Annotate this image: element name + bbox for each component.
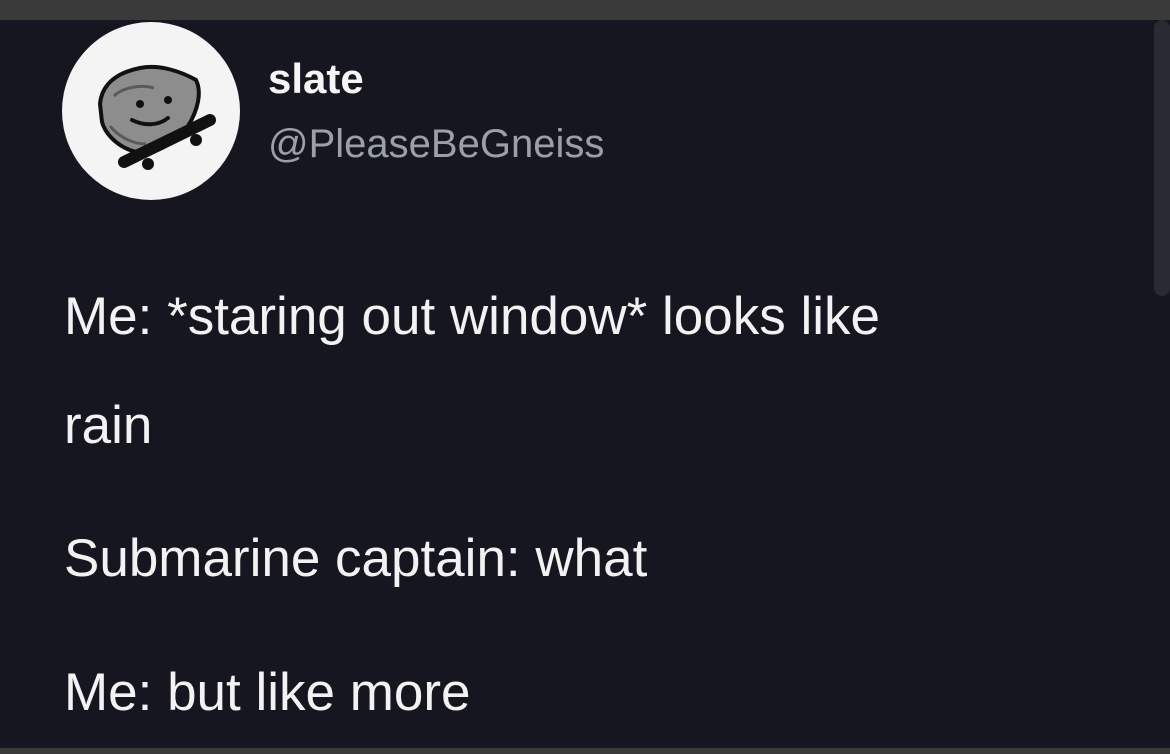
top-bar bbox=[0, 0, 1170, 20]
tweet-screenshot: slate @PleaseBeGneiss Me: *staring out w… bbox=[0, 0, 1170, 754]
tweet-text-line-4: Me: but like more bbox=[64, 663, 471, 722]
avatar[interactable] bbox=[62, 22, 240, 200]
display-name[interactable]: slate bbox=[268, 55, 364, 103]
tweet-text-line-1: Me: *staring out window* looks like bbox=[64, 287, 880, 346]
tweet-text-line-2: rain bbox=[64, 396, 153, 455]
bottom-bar bbox=[0, 748, 1170, 754]
rock-character-icon bbox=[97, 65, 216, 170]
scrollbar[interactable] bbox=[1154, 20, 1170, 296]
tweet-text-line-3: Submarine captain: what bbox=[64, 529, 648, 588]
user-handle[interactable]: @PleaseBeGneiss bbox=[268, 122, 604, 167]
